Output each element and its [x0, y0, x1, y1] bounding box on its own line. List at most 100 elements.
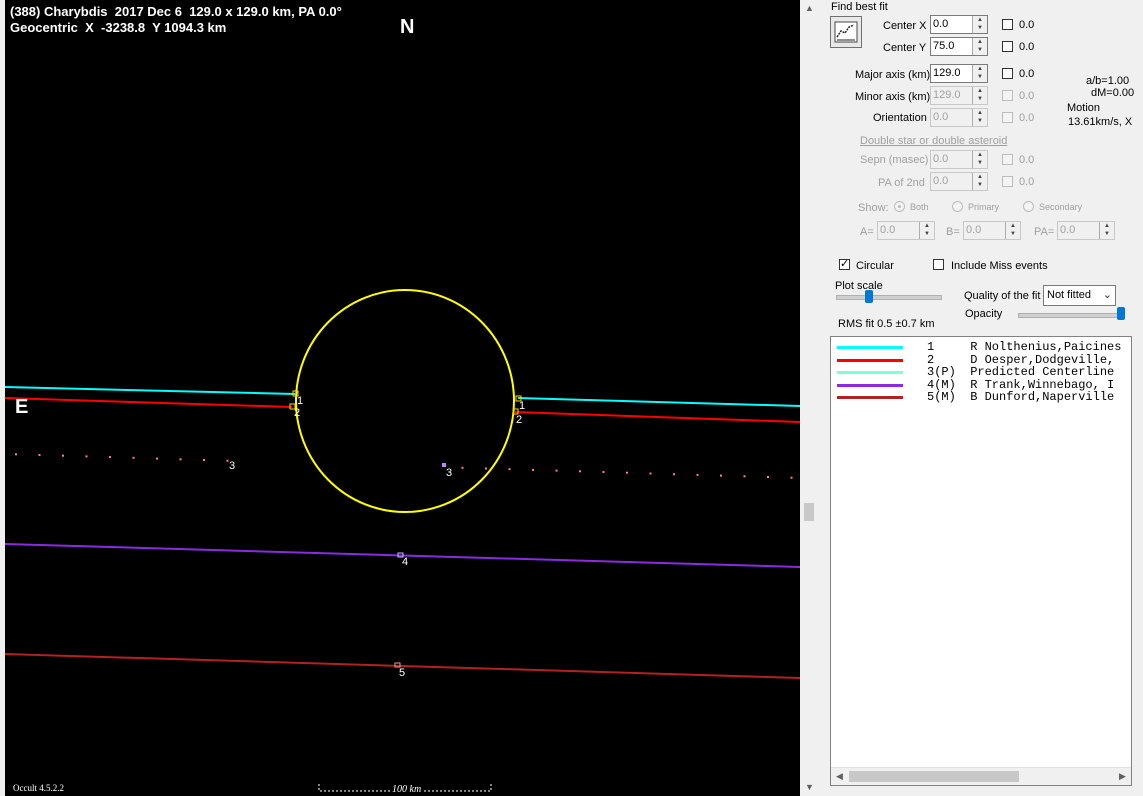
circular-label: Circular [856, 260, 894, 272]
include-miss-checkbox[interactable] [933, 259, 944, 270]
show-secondary-radio[interactable] [1023, 201, 1034, 212]
legend-color-swatch [837, 371, 903, 374]
circular-checkbox[interactable] [839, 257, 850, 270]
legend-row[interactable]: 5(M) B Dunford,Naperville [831, 390, 1131, 404]
pa2nd-down-icon[interactable]: ▼ [973, 181, 987, 189]
chord-2-right [514, 411, 800, 423]
chord-3-dot [579, 470, 581, 473]
b-down-icon[interactable]: ▼ [1006, 230, 1020, 238]
orientation-down-icon[interactable]: ▼ [973, 117, 987, 125]
b-label: B= [946, 226, 960, 238]
chord-3-dot [485, 467, 487, 470]
major-axis-input[interactable]: 129.0 ▲ ▼ [930, 64, 988, 83]
pa-up-icon[interactable]: ▲ [1100, 222, 1114, 230]
chord-3-dot [38, 454, 41, 456]
a-input[interactable]: 0.0 ▲ ▼ [877, 221, 935, 240]
chord-3-dot [156, 457, 158, 460]
chord-3-dot [203, 459, 205, 461]
show-primary-radio[interactable] [952, 201, 963, 212]
legend-row[interactable]: 2 D Oesper,Dodgeville, [831, 353, 1131, 367]
center-y-up-icon[interactable]: ▲ [973, 38, 987, 46]
legend-row[interactable]: 3(P) Predicted Centerline [831, 365, 1131, 379]
pa-input[interactable]: 0.0 ▲ ▼ [1057, 221, 1115, 240]
pa-down-icon[interactable]: ▼ [1100, 230, 1114, 238]
sepn-input[interactable]: 0.0 ▲ ▼ [930, 150, 988, 169]
pa2nd-checkbox[interactable] [1002, 176, 1013, 187]
b-input[interactable]: 0.0 ▲ ▼ [963, 221, 1021, 240]
minor-axis-down-icon[interactable]: ▼ [973, 95, 987, 103]
minor-axis-up-icon[interactable]: ▲ [973, 87, 987, 95]
center-x-value: 0.0 [933, 18, 949, 30]
center-x-checkbox[interactable] [1002, 19, 1013, 30]
major-axis-checkbox[interactable] [1002, 68, 1013, 79]
scale-label: 100 km [390, 784, 424, 795]
plot-vertical-scrollbar[interactable]: ▲ ▼ [801, 0, 818, 796]
pa2nd-input[interactable]: 0.0 ▲ ▼ [930, 172, 988, 191]
chord-label-5: 5 [399, 667, 406, 679]
east-label: E [15, 396, 29, 418]
orientation-up-icon[interactable]: ▲ [973, 109, 987, 117]
double-star-link[interactable]: Double star or double asteroid [860, 135, 1007, 147]
a-up-icon[interactable]: ▲ [920, 222, 934, 230]
minor-axis-checkbox[interactable] [1002, 90, 1013, 101]
scroll-down-arrow-icon[interactable]: ▼ [801, 779, 818, 796]
pa2nd-up-icon[interactable]: ▲ [973, 173, 987, 181]
legend-scroll-thumb[interactable] [849, 771, 1019, 782]
chord-3-dot [179, 458, 182, 461]
legend-color-swatch [837, 358, 903, 362]
chord-3-dot [85, 455, 88, 458]
b-up-icon[interactable]: ▲ [1006, 222, 1020, 230]
center-y-input[interactable]: 75.0 ▲ ▼ [930, 37, 988, 56]
scroll-left-arrow-icon[interactable]: ◀ [831, 768, 848, 785]
plot-scale-slider[interactable] [865, 290, 873, 303]
sepn-checkbox[interactable] [1002, 154, 1013, 165]
center-x-input[interactable]: 0.0 ▲ ▼ [930, 15, 988, 34]
observer-legend-list[interactable]: 1 R Nolthenius,Paicines 2 D Oesper,Dodgev… [830, 336, 1132, 786]
sepn-up-icon[interactable]: ▲ [973, 151, 987, 159]
orientation-checkbox[interactable] [1002, 112, 1013, 123]
a-down-icon[interactable]: ▼ [920, 230, 934, 238]
plot-scale-track[interactable] [836, 295, 942, 300]
scroll-thumb[interactable] [804, 503, 814, 521]
occultation-plot[interactable]: (388) Charybdis 2017 Dec 6 129.0 x 129.0… [5, 0, 800, 796]
chord-3-dot [673, 473, 675, 476]
chord-3-dot [62, 454, 64, 457]
legend-color-swatch [837, 396, 903, 399]
center-y-checkbox[interactable] [1002, 41, 1013, 52]
minor-axis-input[interactable]: 129.0 ▲ ▼ [930, 86, 988, 105]
north-label: N [400, 16, 415, 38]
legend-horizontal-scrollbar[interactable]: ◀ ▶ [831, 767, 1131, 785]
pa-value: 0.0 [1060, 224, 1076, 236]
major-axis-value: 129.0 [933, 67, 961, 79]
major-axis-down-icon[interactable]: ▼ [973, 73, 987, 81]
find-best-fit-button[interactable] [830, 16, 862, 48]
plot-scale-label: Plot scale [835, 280, 883, 292]
motion-label: Motion [1067, 102, 1101, 114]
center-x-down-icon[interactable]: ▼ [973, 24, 987, 32]
opacity-label: Opacity [965, 308, 1003, 320]
opacity-slider[interactable] [1117, 307, 1125, 320]
chord-label-4: 4 [402, 556, 409, 568]
chord-2-left [5, 397, 293, 408]
orientation-input[interactable]: 0.0 ▲ ▼ [930, 108, 988, 127]
opacity-track[interactable] [1018, 313, 1124, 318]
center-y-down-icon[interactable]: ▼ [973, 46, 987, 54]
scroll-right-arrow-icon[interactable]: ▶ [1114, 768, 1131, 785]
find-best-fit-label: Find best fit [831, 1, 888, 13]
show-both-radio[interactable] [894, 201, 905, 212]
legend-row[interactable]: 4(M) R Trank,Winnebago, I [831, 378, 1131, 392]
chord-3-dot [132, 456, 135, 459]
quality-select[interactable]: Not fitted ⌄ [1043, 285, 1116, 306]
sepn-down-icon[interactable]: ▼ [973, 159, 987, 167]
legend-color-swatch [837, 346, 903, 349]
center-x-up-icon[interactable]: ▲ [973, 16, 987, 24]
chord-label-3b: 3 [446, 467, 453, 479]
chord-label-3a: 3 [229, 460, 236, 472]
scroll-up-arrow-icon[interactable]: ▲ [801, 0, 818, 17]
motion-value: 13.61km/s, X [1068, 116, 1133, 128]
legend-row[interactable]: 1 R Nolthenius,Paicines [831, 340, 1131, 354]
major-axis-up-icon[interactable]: ▲ [973, 65, 987, 73]
chord-label-2a: 2 [294, 407, 301, 419]
show-both-label: Both [910, 202, 929, 212]
minor-axis-check-value: 0.0 [1019, 90, 1035, 102]
